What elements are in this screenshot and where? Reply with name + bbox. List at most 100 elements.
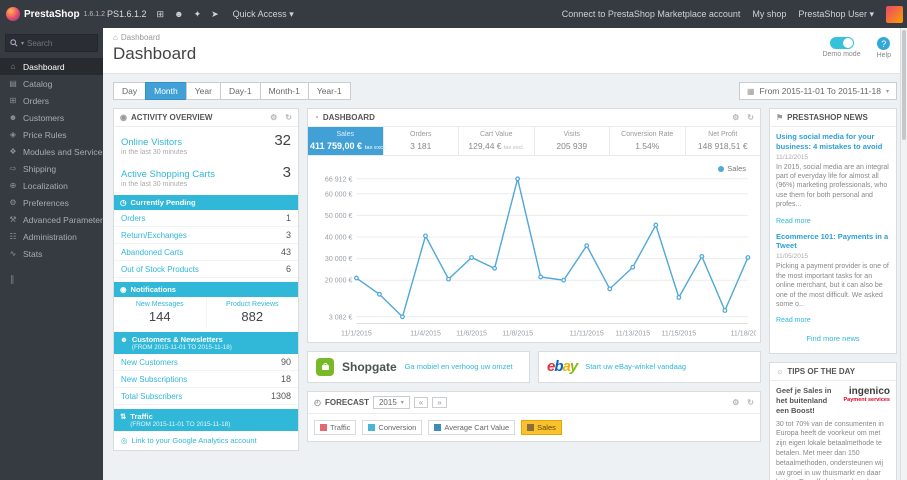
period-year-1-button[interactable]: Year-1 — [307, 82, 351, 100]
megaphone-icon[interactable]: ✦ — [194, 9, 202, 20]
read-more-link[interactable]: Read more — [776, 218, 811, 225]
panel-refresh-icon[interactable]: ↻ — [747, 398, 754, 407]
kpi-tab-orders[interactable]: Orders 3 181 — [384, 127, 459, 155]
sidebar-item-advanced-parameters[interactable]: ⚒ Advanced Parameters — [0, 211, 103, 228]
svg-text:30 000 €: 30 000 € — [325, 256, 353, 263]
pending-orders-link[interactable]: Orders — [121, 214, 145, 223]
shopgate-promo-link[interactable]: Ga mobiel en verhoog uw omzet — [405, 362, 513, 371]
panel-title: PRESTASHOP NEWS — [787, 113, 868, 122]
forecast-chip-traffic[interactable]: Traffic — [314, 419, 357, 435]
search-type-caret-icon[interactable]: ▾ — [21, 40, 24, 47]
forecast-panel: ◴ FORECAST 2015 ▾ « » ⚙ ↻ Traffic Conver… — [307, 390, 761, 442]
logo-name: PrestaShop — [24, 8, 80, 20]
forecast-chip-sales[interactable]: Sales — [521, 419, 562, 435]
svg-text:50 000 €: 50 000 € — [325, 213, 353, 220]
sidebar-item-label: Dashboard — [23, 61, 65, 72]
new-subscriptions-link[interactable]: New Subscriptions — [121, 375, 187, 384]
scrollbar-thumb[interactable] — [902, 30, 906, 140]
forecast-chip-average-cart-value[interactable]: Average Cart Value — [428, 419, 516, 435]
out-of-stock-link[interactable]: Out of Stock Products — [121, 265, 199, 274]
abandoned-carts-link[interactable]: Abandoned Carts — [121, 248, 183, 257]
kpi-tab-net-profit[interactable]: Net Profit 148 918,51 € — [686, 127, 761, 155]
marketplace-link[interactable]: Connect to PrestaShop Marketplace accoun… — [562, 9, 741, 19]
globe-icon: ⊕ — [9, 181, 17, 190]
tips-of-the-day-panel: ☼ TIPS OF THE DAY Geef je Sales in het b… — [769, 362, 897, 480]
page-scrollbar[interactable] — [900, 28, 907, 480]
product-reviews-stat[interactable]: Product Reviews 882 — [205, 297, 299, 328]
link-icon: ◎ — [121, 436, 128, 445]
kpi-tab-cart-value[interactable]: Cart Value 129,44 € tax excl. — [459, 127, 535, 155]
user-avatar[interactable] — [886, 5, 903, 23]
forecast-year-select[interactable]: 2015 ▾ — [372, 395, 410, 409]
sidebar-collapse-button[interactable]: ∥ — [0, 262, 103, 297]
sidebar-item-shipping[interactable]: ⇨ Shipping — [0, 160, 103, 177]
active-carts-link[interactable]: Active Shopping Carts — [121, 169, 215, 180]
profile-icon[interactable]: ☻ — [174, 9, 183, 20]
date-range-picker[interactable]: ▦ From 2015-11-01 To 2015-11-18 ▾ — [738, 82, 897, 100]
forecast-next-button[interactable]: » — [432, 396, 447, 408]
calendar-icon: ▦ — [746, 86, 755, 96]
prestashop-logo[interactable]: PrestaShop 1.6.1.2 — [0, 7, 105, 21]
bell-icon: ◉ — [120, 285, 127, 294]
list-item: Orders 1 — [114, 210, 298, 227]
forecast-chip-conversion[interactable]: Conversion — [362, 419, 423, 435]
panel-title: FORECAST — [324, 397, 369, 407]
period-year-button[interactable]: Year — [185, 82, 220, 100]
sidebar-item-preferences[interactable]: ⚙ Preferences — [0, 194, 103, 211]
svg-text:11/15/2015: 11/15/2015 — [661, 331, 696, 338]
panel-title: TIPS OF THE DAY — [787, 367, 856, 377]
panel-settings-icon[interactable]: ⚙ — [270, 113, 277, 122]
active-carts-value: 3 — [282, 164, 291, 181]
sidebar-item-administration[interactable]: ☷ Administration — [0, 228, 103, 245]
panel-refresh-icon[interactable]: ↻ — [747, 113, 754, 122]
my-shop-link[interactable]: My shop — [752, 9, 786, 19]
new-messages-stat[interactable]: New Messages 144 — [114, 297, 206, 328]
chevron-down-icon: ▾ — [400, 399, 404, 406]
rocket-icon[interactable]: ➤ — [211, 9, 219, 20]
sidebar-item-customers[interactable]: ☻ Customers — [0, 109, 103, 126]
panel-refresh-icon[interactable]: ↻ — [285, 113, 292, 122]
help-icon[interactable]: ? — [877, 37, 891, 50]
period-day-1-button[interactable]: Day-1 — [219, 82, 260, 100]
news-article-title[interactable]: Using social media for your business: 4 … — [776, 132, 890, 152]
new-customers-link[interactable]: New Customers — [121, 358, 178, 367]
sidebar-item-label: Catalog — [23, 78, 53, 89]
online-visitors-link[interactable]: Online Visitors — [121, 137, 182, 148]
quick-access-dropdown[interactable]: Quick Access ▾ — [233, 9, 294, 20]
forecast-prev-button[interactable]: « — [413, 396, 429, 408]
panel-settings-icon[interactable]: ⚙ — [732, 113, 739, 122]
kpi-tab-sales[interactable]: Sales 411 759,00 € tax excl. — [308, 127, 386, 155]
sidebar-item-price-rules[interactable]: ◈ Price Rules — [0, 126, 103, 143]
kpi-tab-conversion-rate[interactable]: Conversion Rate 1.54% — [610, 127, 686, 155]
prestashop-news-panel: ⚑ PRESTASHOP NEWS Using social media for… — [769, 108, 897, 355]
sidebar-search[interactable]: ▾ — [5, 34, 98, 52]
sidebar-item-stats[interactable]: ∿ Stats — [0, 245, 103, 262]
cart-icon[interactable]: ⊞ — [157, 9, 165, 20]
chevron-down-icon: ▾ — [885, 88, 889, 95]
user-menu[interactable]: PrestaShop User ▾ — [798, 9, 874, 20]
sidebar-item-orders[interactable]: ⊞ Orders — [0, 92, 103, 109]
kpi-tab-visits[interactable]: Visits 205 939 — [535, 127, 610, 155]
search-input[interactable] — [27, 38, 93, 48]
breadcrumb[interactable]: ⌂ Dashboard — [113, 33, 897, 42]
sidebar-item-modules[interactable]: ❖ Modules and Services — [0, 143, 103, 160]
read-more-link[interactable]: Read more — [776, 317, 811, 324]
tag-icon: ◈ — [9, 130, 17, 139]
period-month-button[interactable]: Month — [145, 82, 186, 100]
ebay-promo-link[interactable]: Start uw eBay-winkel vandaag — [585, 362, 686, 371]
svg-text:40 000 €: 40 000 € — [325, 234, 353, 241]
kpi-tabs: Sales 411 759,00 € tax excl. Orders 3 18… — [308, 127, 760, 156]
pending-returns-link[interactable]: Return/Exchanges — [121, 231, 187, 240]
sidebar-item-label: Customers — [23, 112, 65, 123]
news-article-title[interactable]: Ecommerce 101: Payments in a Tweet — [776, 232, 890, 252]
total-subscribers-link[interactable]: Total Subscribers — [121, 392, 182, 401]
panel-settings-icon[interactable]: ⚙ — [732, 398, 739, 407]
period-month-1-button[interactable]: Month-1 — [259, 82, 308, 100]
find-more-news-link[interactable]: Find more news — [776, 331, 890, 348]
demo-mode-toggle[interactable] — [829, 37, 854, 49]
sidebar-item-catalog[interactable]: ▤ Catalog — [0, 75, 103, 92]
google-analytics-link[interactable]: ◎ Link to your Google Analytics account — [114, 431, 298, 450]
sidebar-item-localization[interactable]: ⊕ Localization — [0, 177, 103, 194]
sidebar-item-dashboard[interactable]: ⌂ Dashboard — [0, 58, 103, 75]
period-day-button[interactable]: Day — [113, 82, 146, 100]
